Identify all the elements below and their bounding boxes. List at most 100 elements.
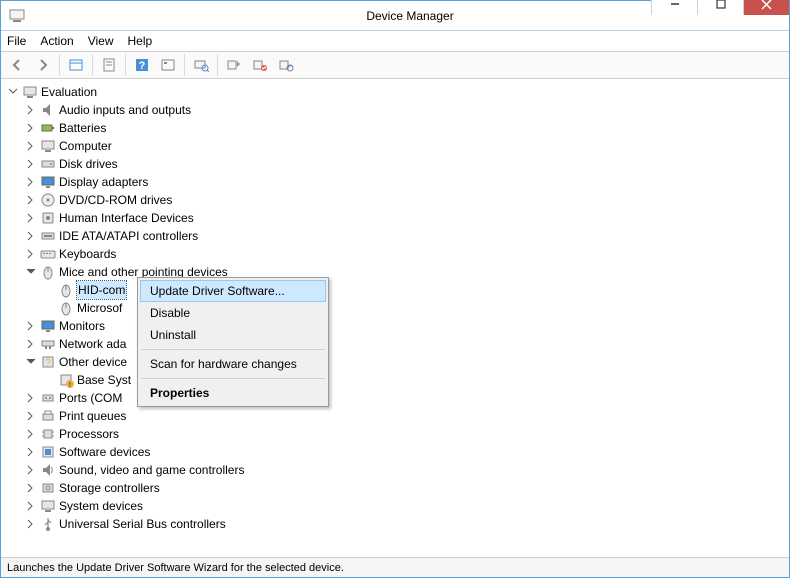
computer-icon	[40, 138, 56, 154]
expand-icon[interactable]	[25, 194, 37, 206]
expand-icon[interactable]	[25, 392, 37, 404]
collapse-icon[interactable]	[25, 356, 37, 368]
expand-icon[interactable]	[25, 500, 37, 512]
expand-icon[interactable]	[25, 158, 37, 170]
tree-item-label: Other device	[59, 353, 127, 371]
tree-item[interactable]: Software devices	[25, 443, 789, 461]
tree-item-label: Network ada	[59, 335, 126, 353]
hid-icon	[40, 210, 56, 226]
menu-view[interactable]: View	[88, 34, 114, 48]
menu-action[interactable]: Action	[40, 34, 73, 48]
back-button[interactable]	[5, 53, 29, 77]
expand-icon[interactable]	[25, 428, 37, 440]
expand-icon[interactable]	[25, 212, 37, 224]
expand-icon[interactable]	[25, 122, 37, 134]
tree-item[interactable]: System devices	[25, 497, 789, 515]
expand-icon[interactable]	[25, 446, 37, 458]
properties-button[interactable]	[97, 53, 121, 77]
tree-root-label: Evaluation	[41, 83, 97, 101]
cpu-icon	[40, 426, 56, 442]
tree-item[interactable]: Keyboards	[25, 245, 789, 263]
tree-item[interactable]: Computer	[25, 137, 789, 155]
device-tree-panel[interactable]: Evaluation Audio inputs and outputsBatte…	[1, 79, 789, 557]
usb-icon	[40, 516, 56, 532]
menu-help[interactable]: Help	[128, 34, 153, 48]
titlebar: Device Manager	[1, 1, 789, 31]
tree-item-label: Storage controllers	[59, 479, 160, 497]
tree-item[interactable]: Print queues	[25, 407, 789, 425]
close-button[interactable]	[743, 0, 789, 15]
tree-item[interactable]: Sound, video and game controllers	[25, 461, 789, 479]
context-menu: Update Driver Software... Disable Uninst…	[137, 277, 329, 407]
tree-item[interactable]: Audio inputs and outputs	[25, 101, 789, 119]
maximize-button[interactable]	[697, 0, 743, 15]
audio-icon	[40, 102, 56, 118]
tree-item[interactable]: IDE ATA/ATAPI controllers	[25, 227, 789, 245]
show-hidden-button[interactable]	[64, 53, 88, 77]
software-icon	[40, 444, 56, 460]
app-icon	[9, 8, 25, 24]
device-manager-window: Device Manager File Action View Help ?	[0, 0, 790, 578]
tree-item-label: HID-com	[77, 281, 126, 299]
expand-icon[interactable]	[25, 176, 37, 188]
scan-hardware-button[interactable]	[189, 53, 213, 77]
tree-item-label: Universal Serial Bus controllers	[59, 515, 226, 533]
collapse-icon[interactable]	[25, 266, 37, 278]
tree-item-label: Monitors	[59, 317, 105, 335]
tree-item-label: Software devices	[59, 443, 150, 461]
menu-file[interactable]: File	[7, 34, 26, 48]
expand-icon[interactable]	[25, 518, 37, 530]
toolbar: ?	[1, 51, 789, 79]
context-update-driver[interactable]: Update Driver Software...	[140, 280, 326, 302]
collapse-icon[interactable]	[7, 86, 19, 98]
uninstall-button[interactable]	[248, 53, 272, 77]
tree-item-label: Display adapters	[59, 173, 148, 191]
tree-item[interactable]: Human Interface Devices	[25, 209, 789, 227]
tree-item-label: DVD/CD-ROM drives	[59, 191, 172, 209]
tree-item[interactable]: Batteries	[25, 119, 789, 137]
expand-icon[interactable]	[25, 104, 37, 116]
tree-item-label: Base Syst	[77, 371, 131, 389]
tree-item[interactable]: Display adapters	[25, 173, 789, 191]
expand-icon[interactable]	[25, 248, 37, 260]
view-button[interactable]	[156, 53, 180, 77]
expand-icon[interactable]	[25, 338, 37, 350]
expand-icon[interactable]	[25, 140, 37, 152]
disk-icon	[40, 156, 56, 172]
tree-item-label: Audio inputs and outputs	[59, 101, 191, 119]
expand-icon[interactable]	[25, 320, 37, 332]
expand-icon[interactable]	[25, 230, 37, 242]
mouse-icon	[58, 282, 74, 298]
tree-item-label: System devices	[59, 497, 143, 515]
tree-item[interactable]: Processors	[25, 425, 789, 443]
tree-item[interactable]: Disk drives	[25, 155, 789, 173]
svg-text:!: !	[69, 382, 71, 388]
tree-item-label: Computer	[59, 137, 112, 155]
expand-icon[interactable]	[25, 464, 37, 476]
svg-text:?: ?	[45, 358, 51, 369]
tree-item[interactable]: Storage controllers	[25, 479, 789, 497]
context-scan-hardware[interactable]: Scan for hardware changes	[140, 353, 326, 375]
context-properties[interactable]: Properties	[140, 382, 326, 404]
tree-item-label: Microsof	[77, 299, 122, 317]
tree-root[interactable]: Evaluation	[7, 83, 789, 101]
help-button[interactable]: ?	[130, 53, 154, 77]
forward-button[interactable]	[31, 53, 55, 77]
sound-icon	[40, 462, 56, 478]
ide-icon	[40, 228, 56, 244]
battery-icon	[40, 120, 56, 136]
context-disable[interactable]: Disable	[140, 302, 326, 324]
update-driver-button[interactable]	[222, 53, 246, 77]
disable-button[interactable]	[274, 53, 298, 77]
tree-item[interactable]: Universal Serial Bus controllers	[25, 515, 789, 533]
tree-item-label: Sound, video and game controllers	[59, 461, 244, 479]
context-separator	[141, 378, 325, 379]
expand-icon[interactable]	[25, 410, 37, 422]
network-icon	[40, 336, 56, 352]
minimize-button[interactable]	[651, 0, 697, 15]
expand-icon[interactable]	[25, 482, 37, 494]
tree-item[interactable]: DVD/CD-ROM drives	[25, 191, 789, 209]
toolbar-separator	[217, 54, 218, 76]
context-uninstall[interactable]: Uninstall	[140, 324, 326, 346]
tree-item-label: Print queues	[59, 407, 126, 425]
